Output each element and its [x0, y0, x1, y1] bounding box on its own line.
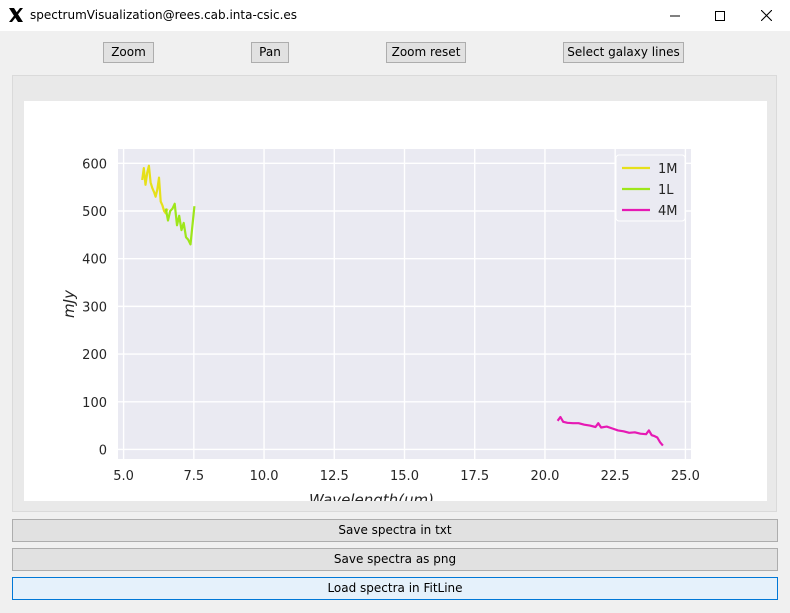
- y-tick-label: 400: [82, 253, 107, 268]
- spectrum-chart[interactable]: 5.0 7.5 10.0 12.5 15.0 17.5 20.0 22.5 25.0 0 100 20…: [24, 101, 767, 509]
- x-axis-label: Wavelength(μm): [309, 491, 434, 501]
- maximize-icon: [715, 10, 725, 21]
- y-tick-label: 0: [99, 443, 107, 458]
- select-galaxy-lines-button[interactable]: Select galaxy lines: [563, 42, 684, 63]
- window-title: spectrumVisualization@rees.cab.inta-csic…: [30, 8, 298, 22]
- minimize-button[interactable]: [652, 0, 698, 31]
- legend-label-1L: 1L: [658, 183, 674, 198]
- plot-canvas[interactable]: 5.0 7.5 10.0 12.5 15.0 17.5 20.0 22.5 25.0 0 100 20…: [24, 101, 767, 509]
- x-tick-label: 5.0: [113, 469, 134, 484]
- save-png-button[interactable]: Save spectra as png: [12, 548, 778, 571]
- x-tick-label: 15.0: [390, 469, 419, 484]
- maximize-button[interactable]: [697, 0, 743, 31]
- y-tick-label: 100: [82, 396, 107, 411]
- pan-button[interactable]: Pan: [251, 42, 289, 63]
- load-fitline-button[interactable]: Load spectra in FitLine: [12, 577, 778, 600]
- legend-label-1M: 1M: [658, 162, 678, 177]
- minimize-icon: [670, 15, 680, 16]
- x-tick-label: 25.0: [671, 469, 700, 484]
- y-tick-label: 200: [82, 348, 107, 363]
- y-tick-label: 300: [82, 300, 107, 315]
- zoom-button[interactable]: Zoom: [103, 42, 154, 63]
- y-tick-label: 500: [82, 205, 107, 220]
- close-icon: [760, 10, 772, 21]
- save-txt-button[interactable]: Save spectra in txt: [12, 519, 778, 542]
- y-axis-label: mJy: [60, 289, 78, 318]
- x-tick-label: 20.0: [530, 469, 559, 484]
- x-tick-label: 7.5: [183, 469, 204, 484]
- legend-label-4M: 4M: [658, 204, 678, 219]
- x-tick-label: 12.5: [320, 469, 349, 484]
- x-tick-label: 22.5: [601, 469, 630, 484]
- zoom-reset-button[interactable]: Zoom reset: [386, 42, 466, 63]
- y-tick-label: 600: [82, 157, 107, 172]
- x-logo-icon: [9, 8, 23, 22]
- close-button[interactable]: [743, 0, 789, 31]
- x-tick-label: 10.0: [250, 469, 279, 484]
- title-bar: spectrumVisualization@rees.cab.inta-csic…: [0, 0, 790, 31]
- x-tick-label: 17.5: [460, 469, 489, 484]
- app-window: spectrumVisualization@rees.cab.inta-csic…: [0, 0, 790, 613]
